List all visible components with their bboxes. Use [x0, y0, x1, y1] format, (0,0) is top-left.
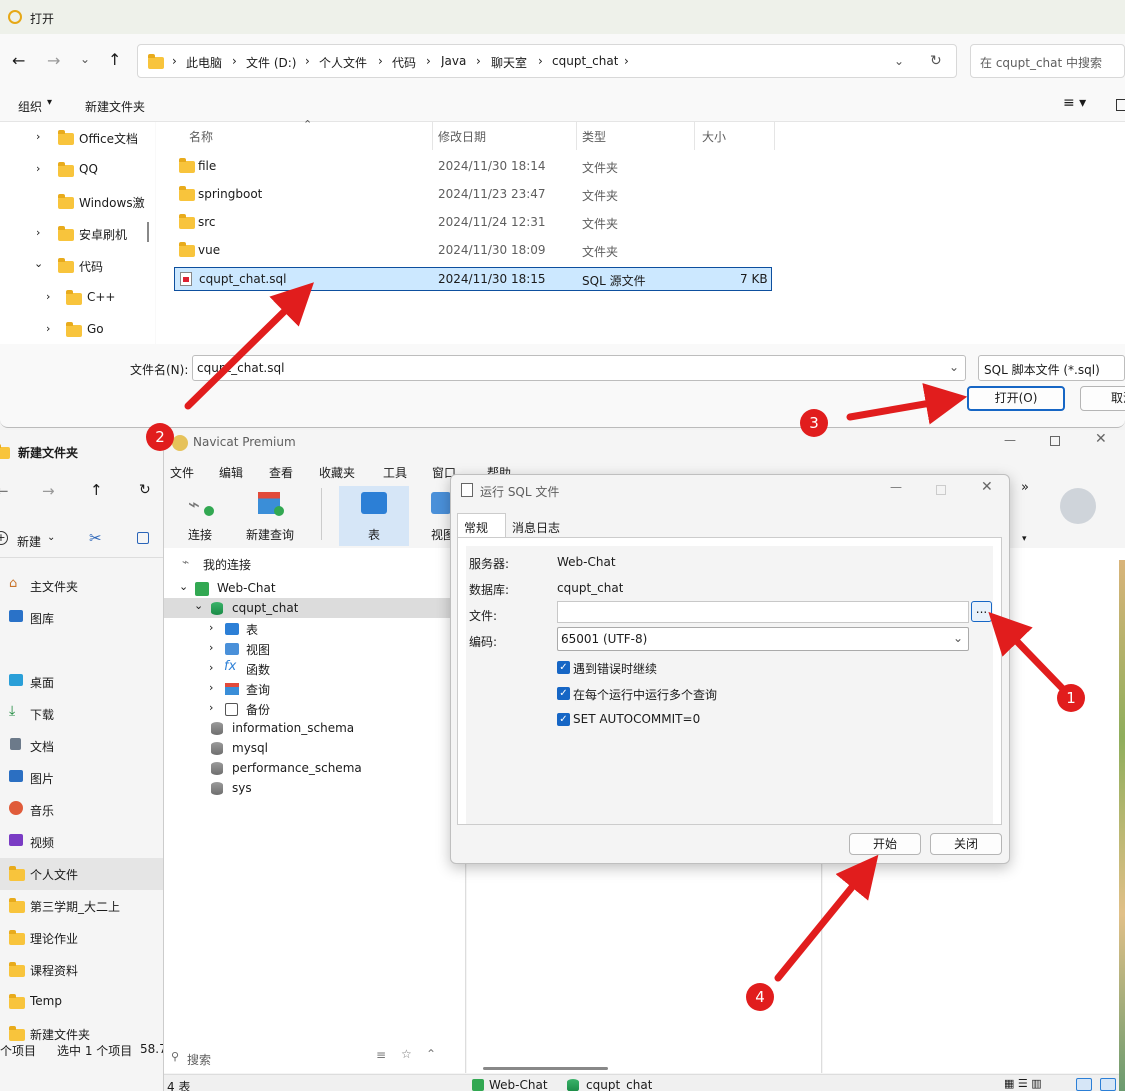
annotation-arrow-4: [774, 854, 879, 982]
annotation-arrow-1: [988, 611, 1066, 692]
annotation-badge-1: 1: [1057, 684, 1085, 712]
annotation-badge-3: 3: [800, 409, 828, 437]
annotation-badge-4: 4: [746, 983, 774, 1011]
annotation-arrows: [184, 282, 1066, 982]
annotation-arrow-3: [846, 383, 968, 425]
annotation-badge-2: 2: [146, 423, 174, 451]
annotation-arrow-2: [184, 282, 314, 410]
